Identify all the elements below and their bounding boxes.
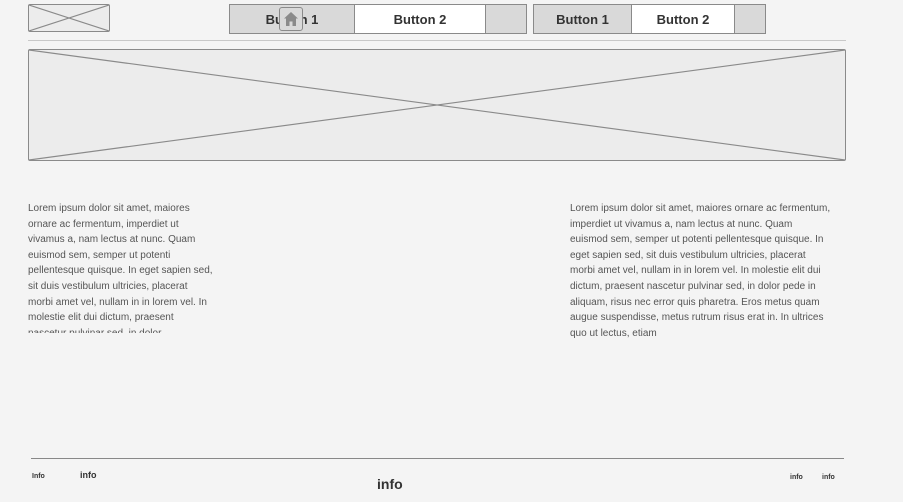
nav-group-2-button-1[interactable]: Button 1 bbox=[534, 5, 632, 33]
nav-group-1-button-1[interactable]: Button 1 bbox=[230, 5, 355, 33]
nav-button-group-2: Button 1 Button 2 bbox=[533, 4, 766, 34]
footer-info-center[interactable]: info bbox=[377, 476, 403, 492]
footer-info-1[interactable]: Info bbox=[32, 473, 45, 480]
left-text-block: Lorem ipsum dolor sit amet, maiores orna… bbox=[28, 203, 213, 333]
nav-group-1-button-extra[interactable] bbox=[486, 5, 526, 33]
header-divider bbox=[28, 40, 846, 41]
image-placeholder-icon bbox=[29, 50, 845, 160]
right-text-block: Lorem ipsum dolor sit amet, maiores orna… bbox=[570, 203, 831, 339]
nav-group-2-button-2-label: Button 2 bbox=[656, 11, 710, 27]
hero-image-placeholder bbox=[28, 49, 846, 161]
nav-button-group-1: Button 1 Button 2 bbox=[229, 4, 527, 34]
nav-group-2-button-extra[interactable] bbox=[735, 5, 765, 33]
nav-group-1-button-2[interactable]: Button 2 bbox=[355, 5, 486, 33]
logo-placeholder bbox=[28, 4, 110, 32]
home-icon[interactable] bbox=[279, 7, 303, 31]
footer-info-right-2[interactable]: info bbox=[822, 474, 835, 481]
nav-group-1-button-2-label: Button 2 bbox=[393, 11, 447, 27]
footer-divider bbox=[31, 458, 844, 459]
nav-group-2-button-2[interactable]: Button 2 bbox=[632, 5, 735, 33]
image-placeholder-icon bbox=[29, 5, 109, 31]
footer-info-2[interactable]: info bbox=[80, 470, 97, 480]
footer-info-right-1[interactable]: info bbox=[790, 474, 803, 481]
nav-group-2-button-1-label: Button 1 bbox=[556, 11, 609, 27]
